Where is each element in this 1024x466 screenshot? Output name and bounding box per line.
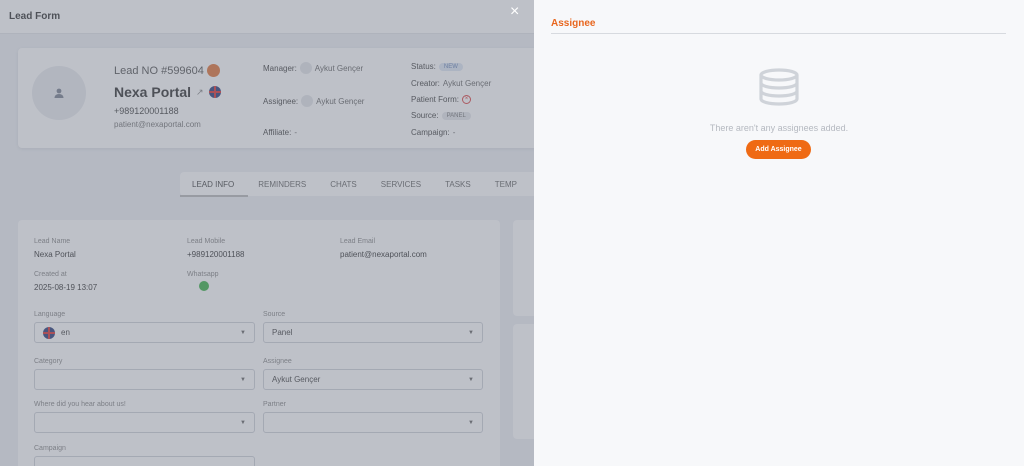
drawer-divider — [551, 33, 1006, 34]
empty-state-text: There aren't any assignees added. — [709, 123, 849, 133]
drawer-title: Assignee — [551, 18, 596, 29]
database-icon — [759, 68, 799, 106]
close-icon[interactable]: × — [510, 4, 519, 20]
add-assignee-button[interactable]: Add Assignee — [746, 140, 811, 159]
modal-backdrop[interactable] — [0, 0, 534, 466]
assignee-drawer: Assignee There aren't any assignees adde… — [534, 0, 1024, 466]
